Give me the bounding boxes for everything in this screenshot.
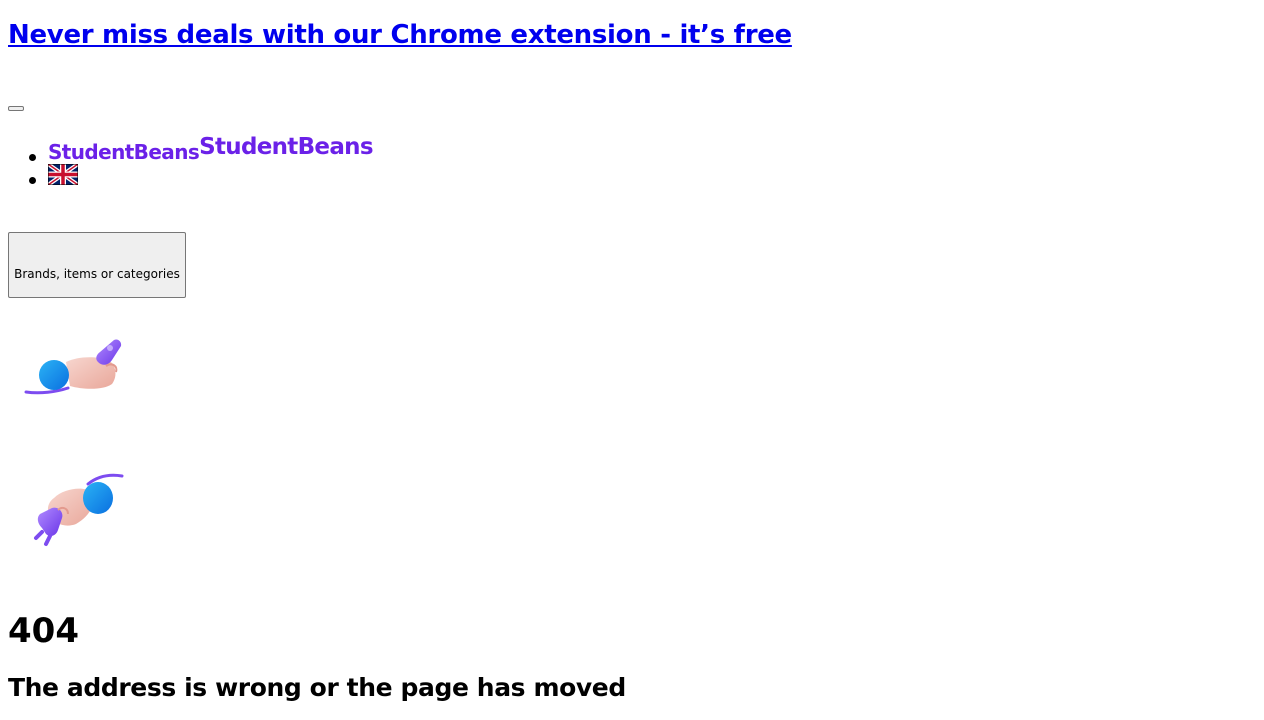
uk-flag-icon[interactable] (48, 164, 78, 185)
chrome-extension-promo-link[interactable]: Never miss deals with our Chrome extensi… (8, 18, 792, 52)
studentbeans-logo[interactable]: StudentBeans StudentBeans (48, 134, 374, 164)
search-button[interactable]: Brands, items or categories (8, 232, 186, 298)
list-bullet (29, 177, 36, 184)
logo-text-small: StudentBeans (48, 140, 200, 164)
hand-socket-icon (34, 473, 124, 546)
hand-plug-icon (24, 339, 122, 395)
error-code-heading: 404 (8, 611, 79, 651)
list-bullet (29, 154, 36, 161)
page: Never miss deals with our Chrome extensi… (0, 0, 1264, 720)
error-message-heading: The address is wrong or the page has mov… (8, 673, 626, 702)
menu-toggle-button[interactable] (8, 106, 24, 111)
search-button-label: Brands, items or categories (14, 267, 180, 281)
logo-text-large: StudentBeans (199, 134, 373, 160)
